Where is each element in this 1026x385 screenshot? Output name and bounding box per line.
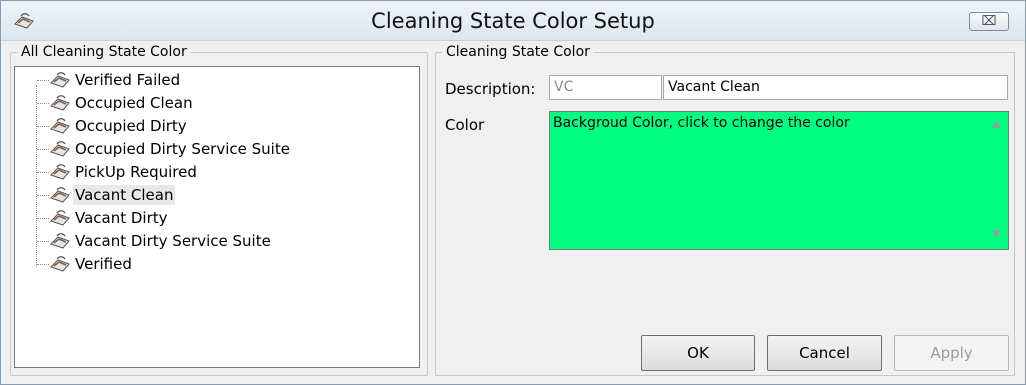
cleaning-iron-icon xyxy=(50,233,70,249)
color-scrollbar[interactable]: ▲ ▼ xyxy=(986,112,1008,249)
cancel-button[interactable]: Cancel xyxy=(767,335,882,371)
cleaning-iron-icon xyxy=(50,95,70,111)
cleaning-iron-icon xyxy=(50,72,70,88)
tree-item-label: PickUp Required xyxy=(75,163,197,181)
tree-connector xyxy=(37,80,49,81)
all-states-legend: All Cleaning State Color xyxy=(21,44,187,60)
tree-connector xyxy=(37,103,49,104)
apply-button[interactable]: Apply xyxy=(894,335,1009,371)
tree-item-label: Verified Failed xyxy=(75,71,181,89)
cleaning-state-tree[interactable]: Verified Failed Occupied Clean Occupied Di… xyxy=(14,66,420,368)
cleaning-iron-icon xyxy=(50,118,70,134)
color-swatch[interactable]: Backgroud Color, click to change the col… xyxy=(549,111,1009,250)
cleaning-iron-icon xyxy=(50,256,70,272)
description-field[interactable]: Vacant Clean xyxy=(663,75,1008,100)
state-color-legend: Cleaning State Color xyxy=(446,44,590,60)
tree-connector xyxy=(37,195,49,196)
tree-connector xyxy=(37,241,49,242)
tree-connector xyxy=(37,218,49,219)
tree-connector xyxy=(37,149,49,150)
tree-connector xyxy=(37,264,49,265)
tree-item-label: Verified xyxy=(75,255,132,273)
tree-item-label: Occupied Dirty Service Suite xyxy=(75,140,290,158)
tree-item-label: Occupied Clean xyxy=(75,94,193,112)
tree-item-label: Occupied Dirty xyxy=(75,117,187,135)
color-hint: Backgroud Color, click to change the col… xyxy=(553,115,850,131)
close-icon: ⌧ xyxy=(981,14,997,29)
scroll-down-icon[interactable]: ▼ xyxy=(992,230,1000,240)
description-label: Description: xyxy=(445,80,536,98)
scroll-up-icon[interactable]: ▲ xyxy=(992,120,1000,130)
cleaning-iron-icon xyxy=(50,187,70,203)
tree-connector xyxy=(37,126,49,127)
tree-item-label: Vacant Dirty xyxy=(75,209,168,227)
tree-connector xyxy=(37,172,49,173)
tree-item-label: Vacant Clean xyxy=(73,185,176,205)
dialog-window: Cleaning State Color Setup ⌧ All Cleanin… xyxy=(0,0,1026,385)
window-title: Cleaning State Color Setup xyxy=(371,9,655,33)
color-label: Color xyxy=(445,116,485,134)
tree-connector xyxy=(36,85,37,267)
cleaning-iron-icon xyxy=(50,164,70,180)
cleaning-iron-icon xyxy=(50,210,70,226)
ok-button[interactable]: OK xyxy=(641,335,755,371)
tree-item-label: Vacant Dirty Service Suite xyxy=(75,232,271,250)
cleaning-iron-icon xyxy=(50,141,70,157)
close-button[interactable]: ⌧ xyxy=(969,12,1009,31)
code-field[interactable]: VC xyxy=(549,75,662,100)
title-bar[interactable]: Cleaning State Color Setup ⌧ xyxy=(1,1,1025,41)
